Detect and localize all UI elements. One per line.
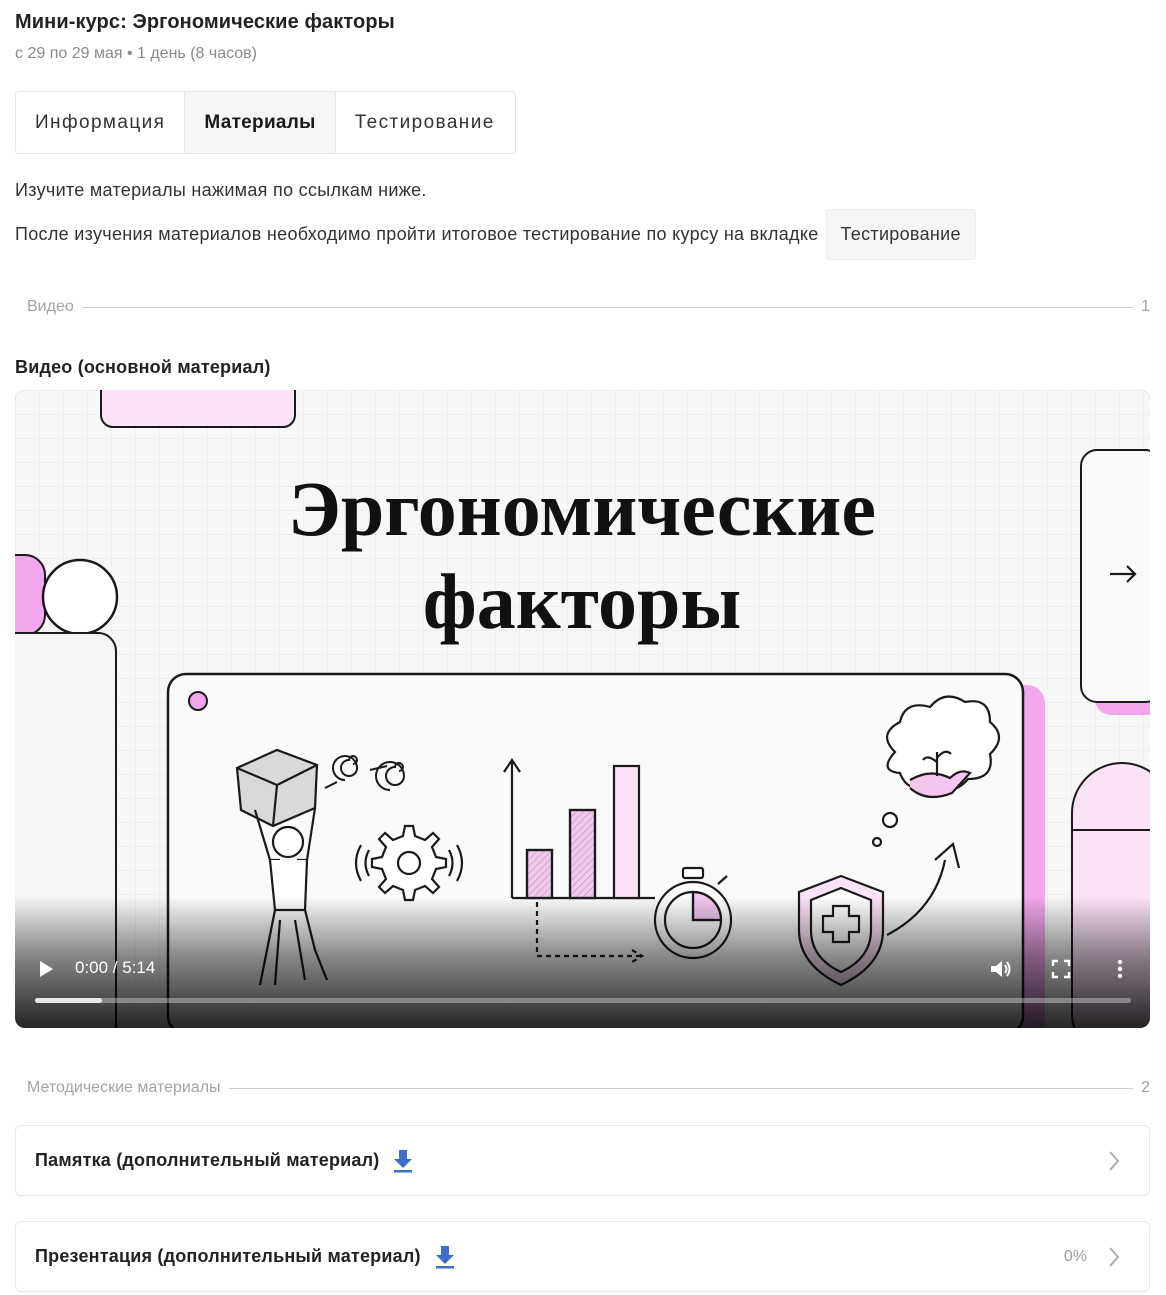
video-buffer bbox=[35, 998, 102, 1003]
tab-materials[interactable]: Материалы bbox=[185, 92, 336, 153]
intro-text-2-label: После изучения материалов необходимо про… bbox=[15, 224, 819, 244]
download-icon[interactable] bbox=[433, 1244, 457, 1270]
thumbnail-title-line2: факторы bbox=[423, 558, 741, 645]
video-controls bbox=[15, 896, 1150, 1028]
section-count: 1 bbox=[1141, 298, 1150, 315]
course-title: Мини-курс: Эргономические факторы bbox=[15, 11, 395, 33]
section-divider-methods: Методические материалы 2 bbox=[27, 1079, 1150, 1097]
material-progress-percent: 0% bbox=[1063, 1247, 1087, 1265]
thumbnail-title-line1: Эргономические bbox=[288, 465, 876, 552]
video-time: 0:00 / 5:14 bbox=[75, 958, 156, 977]
tab-testing[interactable]: Тестирование bbox=[335, 92, 515, 153]
video-item-title: Видео (основной материал) bbox=[15, 357, 271, 377]
play-icon[interactable] bbox=[37, 960, 55, 978]
volume-icon[interactable] bbox=[989, 958, 1013, 980]
chevron-right-icon bbox=[1109, 1150, 1120, 1171]
section-count: 2 bbox=[1141, 1079, 1150, 1096]
material-item-presentation[interactable]: Презентация (дополнительный материал) 0% bbox=[15, 1221, 1150, 1292]
tabs-bar: Информация Материалы Тестирование bbox=[15, 91, 516, 154]
divider-line bbox=[81, 306, 1134, 308]
material-item-memo[interactable]: Памятка (дополнительный материал) bbox=[15, 1125, 1150, 1196]
intro-text-2: После изучения материалов необходимо про… bbox=[15, 209, 976, 260]
divider-line bbox=[228, 1087, 1134, 1089]
section-label: Методические материалы bbox=[27, 1079, 221, 1096]
fullscreen-icon[interactable] bbox=[1051, 959, 1071, 979]
section-divider-video: Видео 1 bbox=[27, 298, 1150, 316]
course-dates: с 29 по 29 мая • 1 день (8 часов) bbox=[15, 45, 257, 62]
testing-tab-link[interactable]: Тестирование bbox=[825, 209, 976, 260]
section-label: Видео bbox=[27, 298, 74, 315]
video-player[interactable]: Эргономические факторы 0:00 / 5:14 bbox=[15, 390, 1150, 1028]
material-item-label: Памятка (дополнительный материал) bbox=[35, 1150, 380, 1170]
download-icon[interactable] bbox=[391, 1148, 415, 1174]
material-item-label: Презентация (дополнительный материал) bbox=[35, 1246, 421, 1266]
tab-info[interactable]: Информация bbox=[16, 92, 186, 153]
more-vert-icon[interactable] bbox=[1113, 958, 1127, 980]
chevron-right-icon bbox=[1109, 1246, 1120, 1267]
intro-text: Изучите материалы нажимая по ссылкам ниж… bbox=[15, 180, 427, 200]
video-progress-bar[interactable] bbox=[35, 998, 1131, 1003]
